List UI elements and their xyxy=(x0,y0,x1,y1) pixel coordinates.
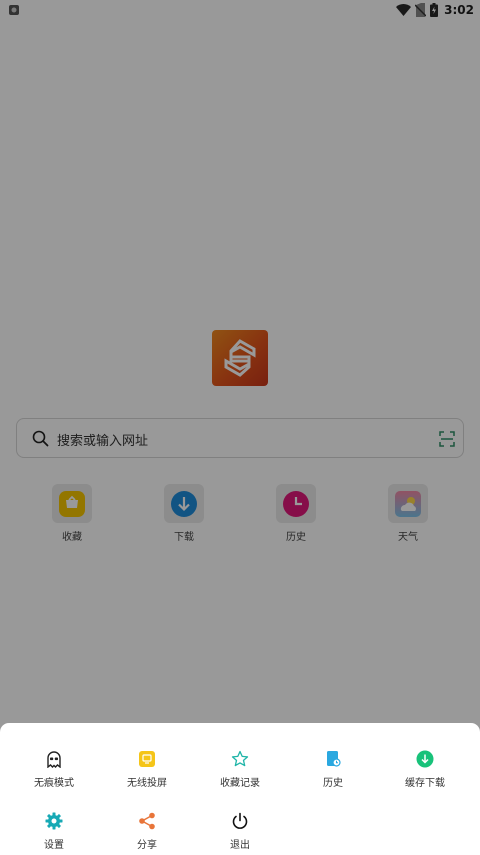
power-icon xyxy=(232,812,248,829)
menu-item-label: 设置 xyxy=(44,840,64,851)
share-icon xyxy=(139,812,155,830)
menu-item-label: 退出 xyxy=(230,840,250,851)
menu-item-label: 无线投屏 xyxy=(127,778,167,789)
cache-download-icon xyxy=(416,750,434,768)
menu-item-cast[interactable]: 无线投屏 xyxy=(102,750,192,800)
menu-item-label: 缓存下载 xyxy=(405,778,445,789)
menu-item-favorites[interactable]: 收藏记录 xyxy=(195,750,285,800)
menu-item-exit[interactable]: 退出 xyxy=(195,812,285,855)
menu-item-label: 历史 xyxy=(323,778,343,789)
menu-item-settings[interactable]: 设置 xyxy=(9,812,99,855)
bottom-menu-sheet: 无痕模式 无线投屏 收藏记录 历史 缓存下载 设置 分享 退出 xyxy=(0,723,480,855)
menu-item-label: 收藏记录 xyxy=(220,778,260,789)
settings-gear-icon xyxy=(45,812,63,830)
menu-item-label: 无痕模式 xyxy=(34,778,74,789)
menu-item-label: 分享 xyxy=(137,840,157,851)
menu-item-cache-download[interactable]: 缓存下载 xyxy=(380,750,470,800)
incognito-ghost-icon xyxy=(47,751,61,768)
star-icon xyxy=(231,750,249,767)
menu-item-incognito[interactable]: 无痕模式 xyxy=(9,750,99,800)
cast-icon xyxy=(139,751,155,767)
menu-item-share[interactable]: 分享 xyxy=(102,812,192,855)
menu-item-history[interactable]: 历史 xyxy=(288,750,378,800)
history-book-icon xyxy=(327,751,341,767)
